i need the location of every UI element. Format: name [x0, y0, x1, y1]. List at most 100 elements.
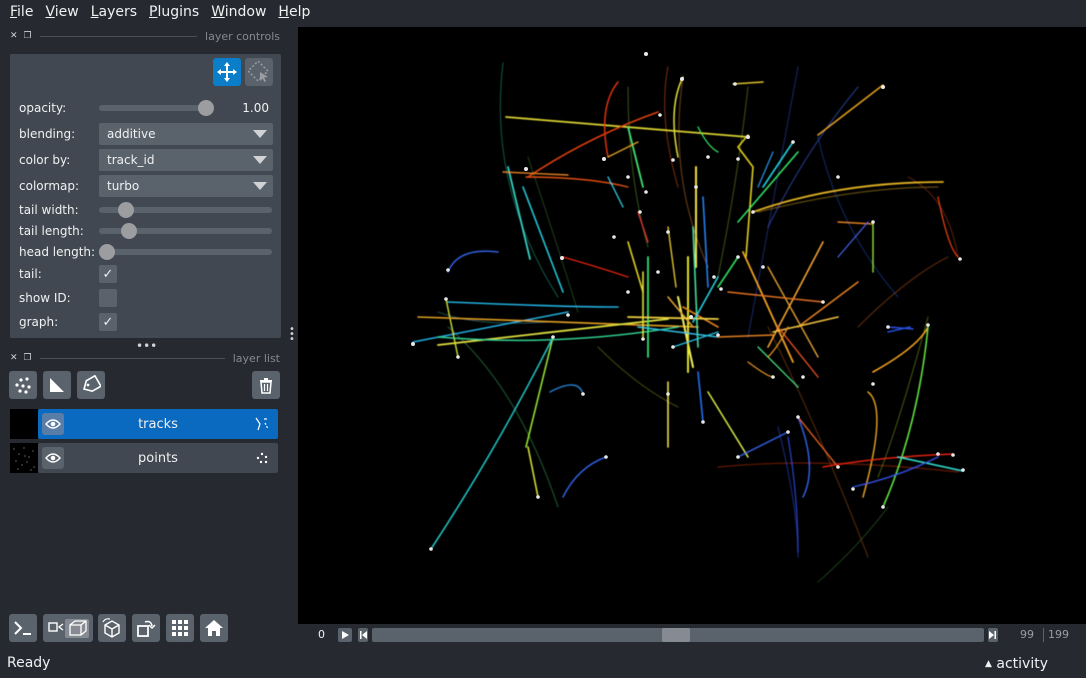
frame-scrollbar-handle[interactable] — [662, 628, 690, 642]
close-dock-icon[interactable]: ✕ — [10, 353, 18, 363]
max-frame-value[interactable]: 199 — [1048, 628, 1069, 641]
opacity-value: 1.00 — [242, 101, 269, 115]
blending-value: additive — [107, 127, 156, 141]
layer-item-points[interactable]: points — [38, 443, 278, 473]
opacity-row: opacity: 1.00 — [19, 98, 273, 118]
points-icon — [256, 452, 268, 464]
menu-file[interactable]: File — [4, 4, 39, 20]
color-by-value: track_id — [107, 153, 155, 167]
new-shapes-layer-button[interactable] — [43, 371, 71, 399]
tail-width-slider-handle[interactable] — [118, 202, 134, 218]
step-forward-button[interactable] — [988, 628, 998, 642]
tracks-render[interactable] — [298, 27, 1086, 624]
float-dock-icon[interactable]: ❐ — [24, 353, 32, 363]
layer-list-header: ✕ ❐ layer list — [10, 350, 280, 366]
layer-item-tracks[interactable]: tracks — [38, 409, 278, 439]
blending-row: blending: additive — [19, 123, 273, 145]
tail-length-row: tail length: — [19, 221, 273, 241]
head-length-row: head length: — [19, 242, 273, 262]
play-button[interactable] — [338, 628, 352, 642]
head-length-slider[interactable] — [99, 244, 272, 260]
pan-zoom-button[interactable] — [213, 58, 241, 86]
new-points-layer-button[interactable] — [9, 371, 37, 399]
move-arrows-icon — [217, 62, 237, 82]
tail-length-label: tail length: — [19, 224, 84, 238]
axis-label[interactable]: 0 — [318, 628, 325, 641]
layer-name[interactable]: tracks — [68, 417, 248, 432]
grid-icon — [172, 620, 188, 636]
dock-splitter-handle[interactable]: • • • — [289, 325, 295, 345]
viewer-canvas[interactable] — [298, 27, 1086, 624]
tail-label: tail: — [19, 267, 42, 281]
eye-icon — [45, 419, 61, 429]
transpose-dimensions-button[interactable] — [132, 614, 160, 642]
tail-length-slider-handle[interactable] — [121, 223, 137, 239]
colormap-label: colormap: — [19, 179, 80, 193]
roll-dimensions-button[interactable] — [98, 614, 126, 642]
tail-width-slider[interactable] — [99, 202, 272, 218]
color-by-label: color by: — [19, 153, 71, 167]
eye-icon — [45, 453, 61, 463]
menu-view[interactable]: View — [39, 4, 84, 20]
opacity-slider-handle[interactable] — [198, 100, 214, 116]
tail-length-slider[interactable] — [99, 223, 272, 239]
ndisplay-toggle-button[interactable] — [43, 614, 93, 642]
dims-slider-bar: 0 99 199 — [298, 624, 1086, 646]
menu-layers[interactable]: Layers — [85, 4, 143, 20]
delete-layer-button[interactable] — [252, 371, 280, 399]
layer-row-tracks[interactable]: tracks — [10, 409, 278, 439]
blending-dropdown[interactable]: additive — [99, 123, 273, 145]
head-length-slider-handle[interactable] — [99, 244, 115, 260]
tail-width-label: tail width: — [19, 203, 79, 217]
grid-view-button[interactable] — [166, 614, 194, 642]
console-button[interactable] — [9, 614, 37, 642]
tail-checkbox[interactable]: ✓ — [99, 265, 117, 283]
layer-thumbnail — [10, 409, 38, 439]
colormap-dropdown[interactable]: turbo — [99, 175, 273, 197]
frame-scrollbar[interactable] — [372, 628, 984, 642]
tail-width-row: tail width: — [19, 200, 273, 220]
menu-plugins[interactable]: Plugins — [143, 4, 205, 20]
colormap-row: colormap: turbo — [19, 175, 273, 197]
layer-row-points[interactable]: points — [10, 443, 278, 473]
float-dock-icon[interactable]: ❐ — [24, 31, 32, 41]
step-back-button[interactable] — [358, 628, 368, 642]
opacity-label: opacity: — [19, 101, 67, 115]
home-icon — [205, 620, 223, 636]
layer-name[interactable]: points — [68, 451, 248, 466]
new-labels-layer-button[interactable] — [77, 371, 105, 399]
reset-view-button[interactable] — [200, 614, 228, 642]
show-id-label: show ID: — [19, 291, 71, 305]
show-id-checkbox[interactable] — [99, 289, 117, 307]
menu-bar: File View Layers Plugins Window Help — [0, 0, 1086, 24]
color-by-dropdown[interactable]: track_id — [99, 149, 273, 171]
trash-icon — [260, 378, 272, 394]
transform-button[interactable] — [245, 58, 273, 86]
tail-row: tail: ✓ — [19, 264, 273, 284]
menu-help[interactable]: Help — [272, 4, 316, 20]
color-by-row: color by: track_id — [19, 149, 273, 171]
opacity-slider[interactable] — [99, 100, 214, 116]
visibility-toggle[interactable] — [42, 413, 64, 435]
label-tag-icon — [83, 375, 101, 393]
layer-controls-panel: opacity: 1.00 blending: additive color b… — [10, 54, 281, 338]
layer-list-title: layer list — [232, 351, 280, 365]
close-dock-icon[interactable]: ✕ — [10, 31, 18, 41]
points-icon — [15, 377, 31, 394]
select-transform-icon — [248, 61, 269, 82]
cube-rotate-icon — [102, 618, 120, 638]
terminal-icon — [14, 621, 31, 635]
graph-row: graph: ✓ — [19, 312, 273, 332]
layer-controls-header: ✕ ❐ layer controls — [10, 28, 280, 44]
activity-label: activity — [996, 656, 1048, 672]
menu-window[interactable]: Window — [205, 4, 272, 20]
activity-button[interactable]: ▲ activity — [985, 656, 1048, 672]
graph-checkbox[interactable]: ✓ — [99, 313, 117, 331]
current-frame-value[interactable]: 99 — [1020, 628, 1034, 641]
layer-controls-title: layer controls — [205, 29, 280, 43]
chevron-down-icon — [253, 182, 267, 190]
layer-thumbnail — [10, 443, 38, 473]
visibility-toggle[interactable] — [42, 447, 64, 469]
shapes-icon — [50, 378, 64, 392]
chevron-down-icon — [253, 130, 267, 138]
